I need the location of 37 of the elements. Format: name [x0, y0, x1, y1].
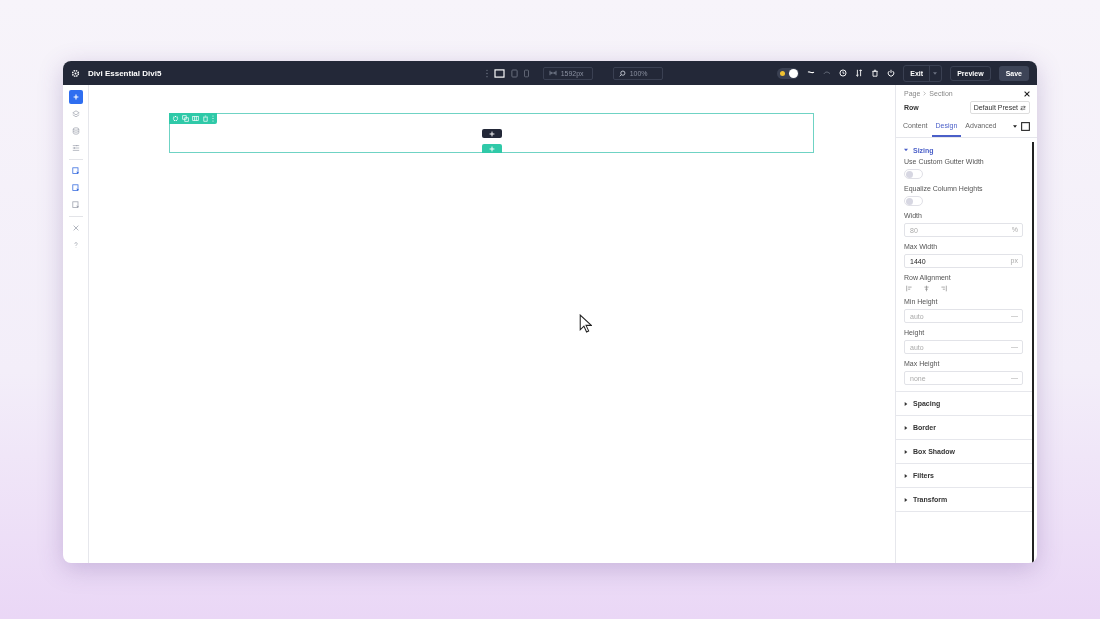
- close-icon[interactable]: [1024, 90, 1030, 97]
- phone-icon[interactable]: [523, 68, 529, 78]
- square-icon[interactable]: [1021, 122, 1030, 131]
- settings-icon[interactable]: [71, 68, 80, 78]
- align-center-icon[interactable]: [923, 285, 930, 292]
- caret-right-icon: [904, 473, 908, 478]
- caret-right-icon: [904, 497, 908, 502]
- width-icon: [548, 70, 557, 76]
- add-icon[interactable]: [68, 90, 83, 104]
- add-row-button[interactable]: [482, 144, 502, 153]
- undo-icon[interactable]: [807, 70, 816, 76]
- caret-down-icon: [904, 148, 908, 152]
- swap-icon: [1020, 104, 1026, 111]
- app-title: Divi Essential Divi5: [88, 68, 162, 78]
- columns-icon[interactable]: [192, 115, 199, 122]
- align-left-icon[interactable]: [906, 285, 913, 292]
- power-icon[interactable]: [887, 69, 896, 77]
- sort-icon[interactable]: [855, 69, 864, 77]
- pointer-cursor-icon: [579, 314, 592, 333]
- add-module-button[interactable]: [482, 129, 502, 138]
- plus-icon: [489, 130, 495, 137]
- caret-right-icon: [904, 425, 908, 430]
- duplicate-icon[interactable]: [182, 115, 189, 122]
- redo-icon[interactable]: [823, 70, 832, 76]
- caret-icon[interactable]: [1013, 125, 1017, 128]
- search-icon: [618, 69, 626, 77]
- caret-right-icon: [904, 449, 908, 454]
- row-toolbar[interactable]: [169, 113, 217, 124]
- desktop-icon[interactable]: [493, 68, 505, 78]
- align-right-icon[interactable]: [940, 285, 947, 292]
- caret-right-icon: [904, 401, 908, 406]
- tablet-icon[interactable]: [510, 68, 518, 78]
- theme-toggle[interactable]: [777, 67, 800, 79]
- trash-icon[interactable]: [871, 69, 880, 77]
- plus-icon: [489, 145, 495, 152]
- history-icon[interactable]: [839, 69, 848, 77]
- chevron-right-icon: [923, 91, 927, 96]
